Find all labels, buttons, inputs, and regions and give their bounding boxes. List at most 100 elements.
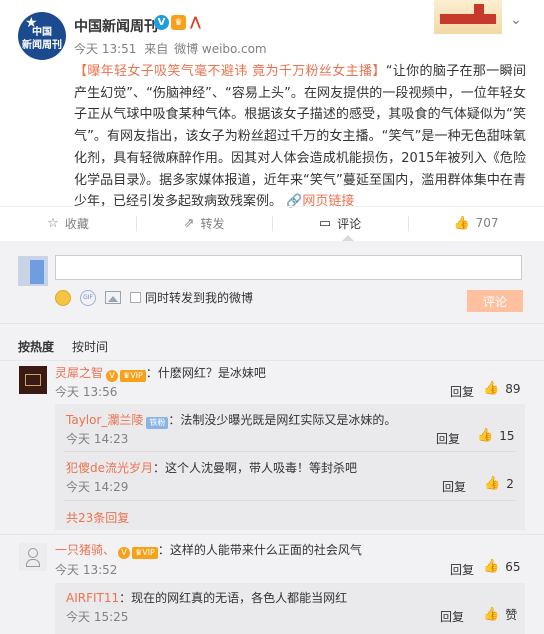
thumbs-up-icon: 👍 bbox=[483, 559, 500, 574]
reply-content: ：现在的网红真的无语，各色人都能当网红 bbox=[119, 591, 348, 605]
vip-badge-icon: ♛VIP bbox=[120, 370, 146, 382]
commenter-name[interactable]: 灵犀之智 bbox=[55, 366, 103, 380]
forward-button[interactable]: ⇗ 转发 bbox=[136, 207, 272, 239]
image-icon[interactable] bbox=[105, 291, 121, 304]
reply-button[interactable]: 回复 bbox=[442, 478, 466, 495]
replier-name[interactable]: Taylor_瀾兰陵 bbox=[66, 413, 143, 427]
comment-like-count: 65 bbox=[505, 559, 521, 574]
commenter-avatar[interactable] bbox=[19, 543, 47, 571]
post-text: 【曝年轻女子吸笑气毫不避讳 竟为千万粉丝女主播】“让你的脑子在那一瞬间产生幻觉”… bbox=[74, 61, 526, 213]
reply-like-count: 赞 bbox=[505, 608, 518, 622]
comment-text: 一只猪骑、 V ♛VIP ：这样的人能带来什么正面的社会风气 bbox=[55, 541, 362, 559]
author-badges: V ♛ ⋀ bbox=[154, 15, 203, 30]
action-bar: ☆ 收藏 ⇗ 转发 ▭ 评论 👍 707 bbox=[0, 206, 544, 239]
favorite-button[interactable]: ☆ 收藏 bbox=[0, 207, 136, 239]
divider bbox=[0, 360, 544, 361]
sort-tabs: 按热度 按时间 bbox=[18, 338, 108, 355]
vip-icon[interactable]: ♛ bbox=[171, 15, 186, 30]
reply-like-count: 15 bbox=[499, 428, 515, 443]
reply-content: ：法制没少曝光既是网红实际又是冰妹的。 bbox=[168, 413, 397, 427]
comment-input[interactable] bbox=[55, 255, 522, 280]
divider bbox=[64, 451, 516, 452]
reply-like-button[interactable]: 👍 2 bbox=[484, 476, 514, 491]
reply-like-count: 2 bbox=[506, 476, 514, 491]
iron-fan-badge: 铁粉 bbox=[146, 417, 169, 429]
reply-button[interactable]: 回复 bbox=[450, 383, 474, 400]
reply-content: ：这个人沈曼啊，带人吸毒！等封杀吧 bbox=[153, 461, 358, 475]
reply-text: 犯傻de流光岁月：这个人沈曼啊，带人吸毒！等封杀吧 bbox=[66, 459, 357, 476]
thumbs-up-icon: 👍 bbox=[453, 215, 470, 231]
replier-name[interactable]: AIRFIT11 bbox=[66, 591, 119, 605]
comment-like-count: 89 bbox=[505, 381, 521, 396]
reply-button[interactable]: 回复 bbox=[440, 608, 464, 625]
reply-like-button[interactable]: 👍 15 bbox=[477, 428, 514, 443]
comment-label: 评论 bbox=[337, 216, 362, 231]
avatar-art bbox=[25, 374, 41, 386]
more-replies-link[interactable]: 共23条回复 bbox=[66, 509, 129, 526]
sort-by-hot-tab[interactable]: 按热度 bbox=[18, 338, 54, 355]
verified-icon: V bbox=[106, 370, 119, 382]
star-outline-icon: ☆ bbox=[47, 215, 59, 231]
comment-content: ：什麽网红？是冰妹吧 bbox=[145, 366, 266, 380]
composer-tools: GIF 同时转发到我的微博 bbox=[55, 289, 253, 306]
chevron-down-icon[interactable]: ⌄ bbox=[510, 12, 522, 28]
author-name[interactable]: 中国新闻周刊 bbox=[74, 16, 158, 36]
reply-time: 今天 15:25 bbox=[66, 610, 129, 624]
author-avatar[interactable]: ★ 中国 新闻周刊 bbox=[18, 12, 66, 60]
avatar-text-line2: 新闻周刊 bbox=[22, 40, 62, 51]
reply-time: 今天 14:23 bbox=[66, 432, 129, 446]
submit-comment-button[interactable]: 评论 bbox=[467, 290, 523, 312]
comment-time: 今天 13:56 bbox=[55, 385, 118, 399]
vip-badge-icon: ♛VIP bbox=[132, 547, 158, 559]
reply-like-button[interactable]: 👍 赞 bbox=[483, 606, 517, 623]
thumbs-up-icon: 👍 bbox=[483, 381, 500, 396]
red-flag-icon[interactable]: ⋀ bbox=[188, 15, 203, 30]
post-topic-tag[interactable]: 【曝年轻女子吸笑气毫不避讳 竟为千万粉丝女主播】 bbox=[74, 64, 386, 79]
reply-text: Taylor_瀾兰陵 铁粉 ：法制没少曝光既是网红实际又是冰妹的。 bbox=[66, 411, 396, 429]
gif-icon[interactable]: GIF bbox=[80, 289, 96, 306]
post-body: “让你的脑子在那一瞬间产生幻觉”、“伤脑神经”、“容易上头”。在网友提供的一段视… bbox=[74, 64, 526, 210]
forward-icon: ⇗ bbox=[183, 215, 195, 231]
emoji-icon[interactable] bbox=[55, 289, 71, 306]
comment-like-button[interactable]: 👍 65 bbox=[483, 559, 520, 574]
sort-by-time-tab[interactable]: 按时间 bbox=[72, 338, 108, 355]
thumbs-up-icon: 👍 bbox=[483, 607, 500, 622]
reply-button[interactable]: 回复 bbox=[436, 430, 460, 447]
post-time[interactable]: 今天 13:51 bbox=[74, 42, 136, 56]
star-icon: ★ bbox=[25, 15, 38, 31]
avatar-art bbox=[26, 559, 40, 567]
reply-time: 今天 14:29 bbox=[66, 480, 129, 494]
thumbs-up-icon: 👍 bbox=[484, 476, 501, 491]
thumbs-up-icon: 👍 bbox=[477, 428, 494, 443]
like-button[interactable]: 👍 707 bbox=[408, 207, 544, 239]
replier-name[interactable]: 犯傻de流光岁月 bbox=[66, 461, 153, 475]
reply-button[interactable]: 回复 bbox=[450, 561, 474, 578]
great-wall-shape bbox=[440, 14, 496, 24]
current-user-avatar bbox=[18, 256, 48, 286]
reply-text: AIRFIT11：现在的网红真的无语，各色人都能当网红 bbox=[66, 589, 347, 606]
divider bbox=[64, 500, 516, 501]
verified-icon[interactable]: V bbox=[154, 15, 169, 30]
comment-like-button[interactable]: 👍 89 bbox=[483, 381, 520, 396]
weibo-post-card: ★ 中国 新闻周刊 中国新闻周刊 V ♛ ⋀ 今天 13:51 来自 微博 we… bbox=[0, 0, 544, 634]
comment-button[interactable]: ▭ 评论 bbox=[272, 207, 408, 239]
commenter-avatar[interactable] bbox=[19, 366, 47, 394]
comment-content: ：这样的人能带来什么正面的社会风气 bbox=[157, 543, 362, 557]
forward-checkbox-label: 同时转发到我的微博 bbox=[145, 291, 254, 305]
favorite-label: 收藏 bbox=[64, 216, 89, 231]
commenter-name[interactable]: 一只猪骑、 bbox=[55, 543, 115, 557]
comment-time: 今天 13:52 bbox=[55, 563, 118, 577]
forward-checkbox[interactable] bbox=[130, 292, 141, 303]
source-prefix: 来自 bbox=[144, 42, 169, 56]
avatar-art bbox=[28, 548, 38, 558]
like-count: 707 bbox=[475, 216, 499, 230]
tower-shape bbox=[474, 4, 484, 16]
great-wall-decoration bbox=[434, 0, 502, 34]
comment-icon: ▭ bbox=[318, 215, 332, 231]
post-source[interactable]: 微博 weibo.com bbox=[174, 42, 267, 56]
divider bbox=[0, 323, 544, 324]
verified-icon: V bbox=[118, 547, 131, 559]
comment-text: 灵犀之智 V ♛VIP ：什麽网红？是冰妹吧 bbox=[55, 364, 266, 382]
divider bbox=[0, 534, 544, 535]
post-meta: 今天 13:51 来自 微博 weibo.com bbox=[74, 40, 271, 57]
